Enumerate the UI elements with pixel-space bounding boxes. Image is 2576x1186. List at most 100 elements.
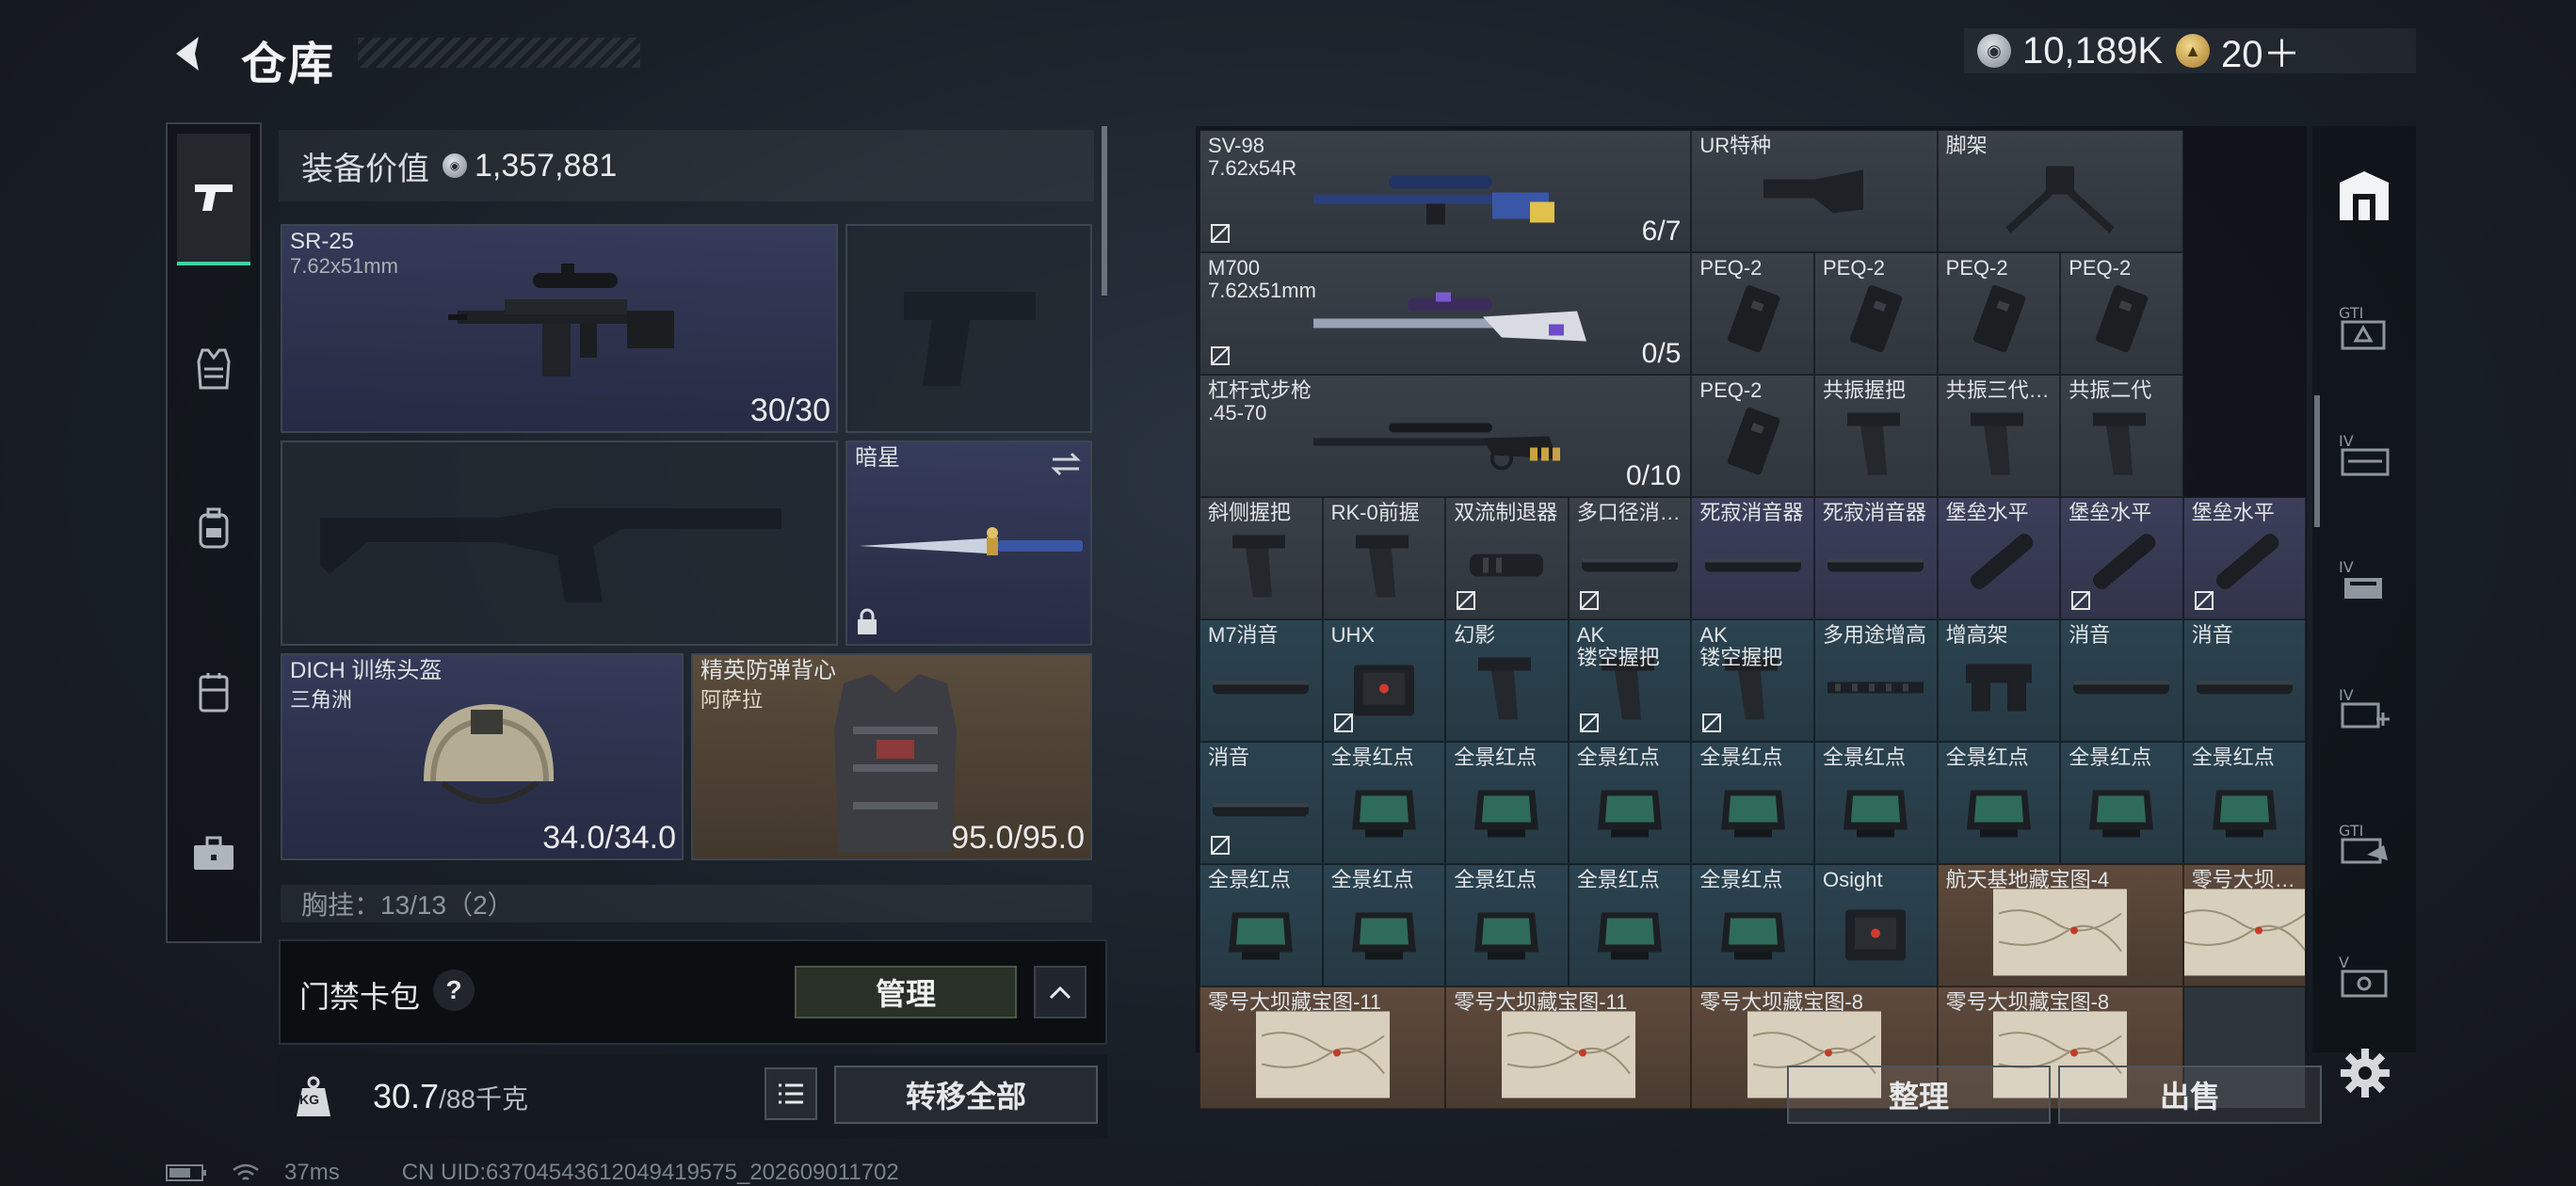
item-name: AK 镂空握把 — [1699, 623, 1783, 669]
tab-gti-filter[interactable]: GTI — [2324, 279, 2405, 373]
inventory-item[interactable]: 幻影 — [1445, 619, 1569, 742]
inventory-item[interactable]: 共振握把 — [1814, 375, 1938, 497]
inventory-item[interactable]: AK 镂空握把 — [1568, 619, 1692, 742]
currency-bar[interactable]: ◉ 10,189K ▲ 20＋ — [1964, 28, 2416, 75]
transfer-all-button[interactable]: 转移全部 — [834, 1066, 1098, 1124]
gold-coin-icon: ▲ — [2176, 34, 2211, 68]
inventory-item[interactable]: PEQ-2 — [1937, 252, 2061, 375]
inventory-item[interactable]: 全景红点 — [1568, 864, 1692, 986]
inventory-item[interactable]: 多用途增高 — [1814, 619, 1938, 742]
tab-iv-stack[interactable]: IV — [2324, 533, 2405, 627]
sidebar-item-backpack[interactable] — [177, 463, 250, 595]
inventory-item[interactable]: PEQ-2 — [1814, 252, 1938, 375]
inventory-item[interactable]: 杠杆式步枪 .45-70 0/10 — [1199, 375, 1692, 497]
no-insurance-icon — [1210, 835, 1231, 856]
inventory-item[interactable]: 全景红点 — [1814, 742, 1938, 864]
inventory-item[interactable]: 消音 — [2182, 619, 2307, 742]
grip-icon — [1838, 406, 1913, 486]
inventory-item[interactable]: 堡垒水平 — [2182, 497, 2307, 619]
inventory-item[interactable]: SV-98 7.62x54R 6/7 — [1199, 130, 1692, 252]
help-icon[interactable]: ? — [433, 970, 475, 1011]
sell-button[interactable]: 出售 — [2058, 1066, 2322, 1124]
inventory-item[interactable]: 全景红点 — [1322, 742, 1446, 864]
inventory-item[interactable]: 脚架 — [1937, 130, 2183, 252]
tab-gti-hand[interactable]: GTI — [2324, 796, 2405, 890]
item-name: SV-98 7.62x54R — [1208, 134, 1297, 180]
inventory-item[interactable]: Osight — [1814, 864, 1938, 986]
inventory-item[interactable]: 零号大坝藏宝图-11 — [1199, 986, 1446, 1109]
tab-warehouse[interactable] — [2324, 149, 2405, 243]
grip-icon — [2084, 406, 2159, 486]
iv-filter-icon: IV — [2339, 432, 2390, 476]
item-name: PEQ-2 — [2069, 256, 2132, 280]
rifle-icon — [448, 264, 674, 377]
tab-iv-filter[interactable]: IV — [2324, 407, 2405, 501]
inventory-item[interactable]: PEQ-2 — [2060, 252, 2183, 375]
inventory-item[interactable]: UR特种 — [1691, 130, 1938, 252]
svg-text:IV: IV — [2339, 686, 2354, 704]
secondary-weapon-slot[interactable] — [845, 224, 1092, 433]
suppressor-icon — [1701, 552, 1805, 585]
inventory-item[interactable]: 多口径消… — [1568, 497, 1692, 619]
loadout-scrollbar[interactable] — [1102, 126, 1107, 296]
equipment-value: 1,357,881 — [475, 147, 618, 184]
melee-slot[interactable]: 暗星 — [845, 441, 1092, 646]
armor-sub: 阿萨拉 — [700, 688, 764, 712]
pistol-placeholder-icon — [904, 292, 1036, 386]
inventory-item[interactable]: 全景红点 — [1937, 742, 2061, 864]
inventory-item[interactable]: 斜侧握把 — [1199, 497, 1323, 619]
item-name: 斜侧握把 — [1208, 501, 1292, 524]
inventory-item[interactable]: 全景红点 — [2060, 742, 2183, 864]
inventory-item[interactable]: PEQ-2 — [1691, 252, 1814, 375]
inventory-item[interactable]: 全景红点 — [1691, 742, 1814, 864]
inventory-item[interactable]: 全景红点 — [1322, 864, 1446, 986]
sidebar-item-rig[interactable] — [177, 627, 250, 759]
item-name: 航天基地藏宝图-4 — [1945, 868, 2110, 891]
tab-v-chest[interactable]: V — [2324, 928, 2405, 1022]
inventory-item[interactable]: 全景红点 — [1445, 864, 1569, 986]
sidebar-item-weapons[interactable] — [177, 134, 250, 265]
inventory-item[interactable]: 零号大坝… — [2182, 864, 2307, 986]
inventory-item[interactable]: 消音 — [1199, 742, 1323, 864]
holo-icon — [1223, 900, 1298, 970]
back-button[interactable] — [166, 30, 213, 77]
inventory-item[interactable]: 死寂消音器 — [1691, 497, 1814, 619]
sidebar-item-armor[interactable] — [177, 303, 250, 435]
manage-button[interactable]: 管理 — [795, 966, 1017, 1018]
inventory-item[interactable]: 全景红点 — [1691, 864, 1814, 986]
inventory-item[interactable]: 共振三代… — [1937, 375, 2061, 497]
keycard-label: 门禁卡包 — [299, 980, 421, 1014]
inventory-item[interactable]: 共振二代 — [2060, 375, 2183, 497]
inventory-item[interactable]: 堡垒水平 — [2060, 497, 2183, 619]
helmet-slot[interactable]: DICH 训练头盔 三角洲 34.0/34.0 — [281, 653, 684, 860]
inventory-item[interactable]: UHX — [1322, 619, 1446, 742]
inventory-item[interactable]: 全景红点 — [1445, 742, 1569, 864]
inventory-item[interactable]: 堡垒水平 — [1937, 497, 2061, 619]
chest-rig-row[interactable]: 胸挂：13/13（2） — [281, 885, 1092, 922]
inventory-item[interactable]: 零号大坝藏宝图-11 — [1445, 986, 1692, 1109]
sidebar-item-case[interactable] — [177, 789, 250, 921]
inventory-item[interactable]: M700 7.62x51mm 0/5 — [1199, 252, 1692, 375]
inventory-item[interactable]: PEQ-2 — [1691, 375, 1814, 497]
tab-iv-plus[interactable]: IV — [2324, 661, 2405, 755]
inventory-item[interactable]: 航天基地藏宝图-4 — [1937, 864, 2183, 986]
inventory-item[interactable]: 全景红点 — [1199, 864, 1323, 986]
sort-button[interactable]: 整理 — [1787, 1066, 2051, 1124]
primary-weapon-slot[interactable]: SR-25 7.62x51mm 30/30 — [281, 224, 838, 433]
inventory-item[interactable]: 双流制退器 — [1445, 497, 1569, 619]
warehouse-tabs-scrollbar[interactable] — [2314, 395, 2320, 527]
ping-value: 37ms — [284, 1160, 340, 1185]
armor-slot[interactable]: 精英防弹背心 阿萨拉 95.0/95.0 — [691, 653, 1092, 860]
inventory-item[interactable]: 消音 — [2060, 619, 2183, 742]
settings-button[interactable] — [2339, 1047, 2395, 1103]
inventory-item[interactable]: 死寂消音器 — [1814, 497, 1938, 619]
inventory-item[interactable]: AK 镂空握把 — [1691, 619, 1814, 742]
collapse-button[interactable] — [1034, 966, 1087, 1018]
list-view-button[interactable] — [765, 1067, 817, 1120]
inventory-item[interactable]: M7消音 — [1199, 619, 1323, 742]
inventory-item[interactable]: 全景红点 — [1568, 742, 1692, 864]
inventory-item[interactable]: 增高架 — [1937, 619, 2061, 742]
inventory-item[interactable]: 全景红点 — [2182, 742, 2307, 864]
primary-weapon-slot-2[interactable] — [281, 441, 838, 646]
inventory-item[interactable]: RK-0前握 — [1322, 497, 1446, 619]
